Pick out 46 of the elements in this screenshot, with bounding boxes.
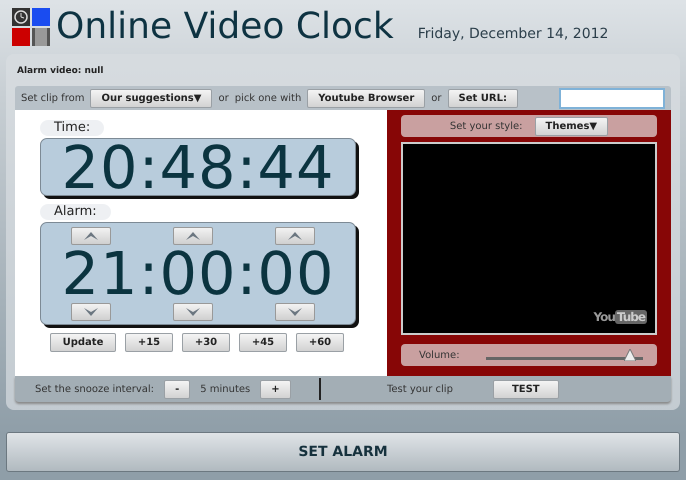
alarm-label: Alarm:: [40, 204, 111, 220]
alarm-time: 21:00:00: [60, 245, 336, 303]
increase-button[interactable]: [173, 227, 213, 245]
add-minutes-button[interactable]: +60: [296, 333, 344, 352]
add-minutes-button[interactable]: +30: [182, 333, 230, 352]
chevron-up-icon: [185, 231, 201, 241]
player-logo-badge: Tube: [614, 310, 647, 324]
chevron-down-icon: [83, 307, 99, 317]
set-url-button[interactable]: Set URL:: [448, 88, 518, 108]
or-label: or: [431, 92, 442, 104]
chevron-up-icon: [287, 231, 303, 241]
volume-thumb[interactable]: [624, 349, 636, 361]
suggestions-dropdown[interactable]: Our suggestions▼: [90, 88, 212, 108]
set-alarm-button[interactable]: SET ALARM: [6, 432, 680, 472]
player-logo-text: You: [593, 310, 615, 324]
or-label: or: [218, 92, 229, 104]
chevron-down-icon: [287, 307, 303, 317]
increase-button[interactable]: [275, 227, 315, 245]
test-clip-label: Test your clip: [387, 384, 453, 394]
date-label: Friday, December 14, 2012: [418, 26, 608, 42]
decrease-button[interactable]: [275, 303, 315, 321]
logo-icon: [12, 8, 50, 46]
decrease-button[interactable]: [173, 303, 213, 321]
add-minutes-button[interactable]: +15: [125, 333, 173, 352]
snooze-value: 5 minutes: [200, 384, 250, 394]
alarm-video-label: Alarm video: null: [16, 65, 104, 78]
pick-label: pick one with: [234, 92, 302, 104]
chevron-up-icon: [83, 231, 99, 241]
clip-source-label: Set clip from: [21, 92, 84, 104]
time-label: Time:: [40, 120, 104, 136]
update-button[interactable]: Update: [50, 333, 116, 352]
url-field[interactable]: [559, 88, 665, 108]
add-minutes-button[interactable]: +45: [239, 333, 287, 352]
current-time: 20:48:44: [60, 139, 336, 197]
snooze-label: Set the snooze interval:: [35, 384, 154, 394]
chevron-down-icon: [185, 307, 201, 317]
volume-label: Volume:: [419, 350, 460, 360]
decrease-snooze-button[interactable]: -: [164, 380, 190, 398]
themes-dropdown[interactable]: Themes▼: [534, 116, 608, 136]
app-title: Online Video Clock: [56, 9, 394, 45]
style-label: Set your style:: [450, 120, 523, 132]
decrease-button[interactable]: [71, 303, 111, 321]
test-button[interactable]: TEST: [492, 380, 559, 398]
increase-button[interactable]: [71, 227, 111, 245]
increase-snooze-button[interactable]: +: [260, 380, 291, 398]
youtube-browser-button[interactable]: Youtube Browser: [307, 88, 426, 108]
